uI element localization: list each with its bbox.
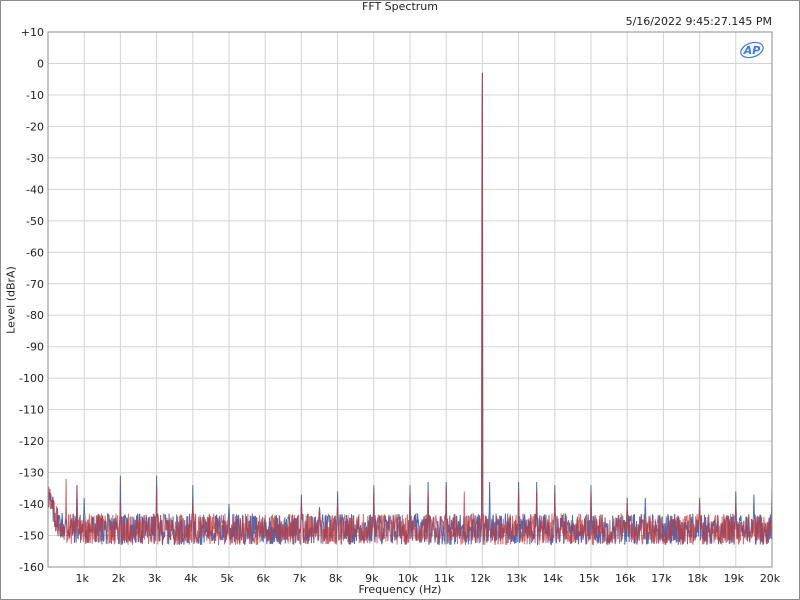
x-tick-label: 7k [293, 572, 307, 585]
x-tick-label: 10k [398, 572, 419, 585]
x-tick-label: 14k [543, 572, 564, 585]
x-tick-label: 20k [760, 572, 781, 585]
y-tick-label: -140 [19, 498, 44, 511]
y-tick-label: -20 [26, 120, 44, 133]
y-tick-label: -60 [26, 246, 44, 259]
y-tick-label: -100 [19, 372, 44, 385]
x-tick-label: 6k [257, 572, 271, 585]
x-tick-label: 8k [329, 572, 343, 585]
y-tick-label: -40 [26, 183, 44, 196]
y-tick-label: -160 [19, 561, 44, 574]
y-tick-label: -150 [19, 530, 44, 543]
x-tick-label: 18k [687, 572, 708, 585]
y-tick-label: -110 [19, 404, 44, 417]
x-tick-label: 19k [724, 572, 745, 585]
x-tick-label: 1k [76, 572, 90, 585]
x-tick-label: 15k [579, 572, 600, 585]
x-tick-label: 5k [220, 572, 234, 585]
x-tick-label: 4k [184, 572, 198, 585]
y-tick-label: -90 [26, 341, 44, 354]
y-tick-label: -70 [26, 278, 44, 291]
y-tick-label: -10 [26, 89, 44, 102]
y-tick-label: -130 [19, 467, 44, 480]
fft-plot: +10 0 -10 -20 -30 -40 -50 -60 -70 -80 -90 -100 -110 -… [19, 26, 781, 585]
y-tick-labels: +10 0 -10 -20 -30 -40 -50 -60 -70 -80 -90 -100 -110 -… [19, 26, 44, 574]
x-tick-label: 11k [434, 572, 455, 585]
x-tick-label: 9k [365, 572, 379, 585]
y-tick-label: -120 [19, 435, 44, 448]
x-tick-label: 16k [615, 572, 636, 585]
y-tick-label: 0 [37, 57, 44, 70]
y-tick-label: -80 [26, 309, 44, 322]
y-tick-label: -30 [26, 152, 44, 165]
x-tick-label: 2k [112, 572, 126, 585]
x-tick-label: 3k [148, 572, 162, 585]
x-tick-labels: 1k 2k 3k 4k 5k 6k 7k 8k 9k 10k 11k 12k 13k 14k 15k 16k 1… [76, 572, 781, 585]
y-tick-label: -50 [26, 215, 44, 228]
y-tick-label: +10 [21, 26, 44, 39]
x-tick-label: 12k [470, 572, 491, 585]
x-tick-label: 17k [651, 572, 672, 585]
x-tick-label: 13k [506, 572, 527, 585]
